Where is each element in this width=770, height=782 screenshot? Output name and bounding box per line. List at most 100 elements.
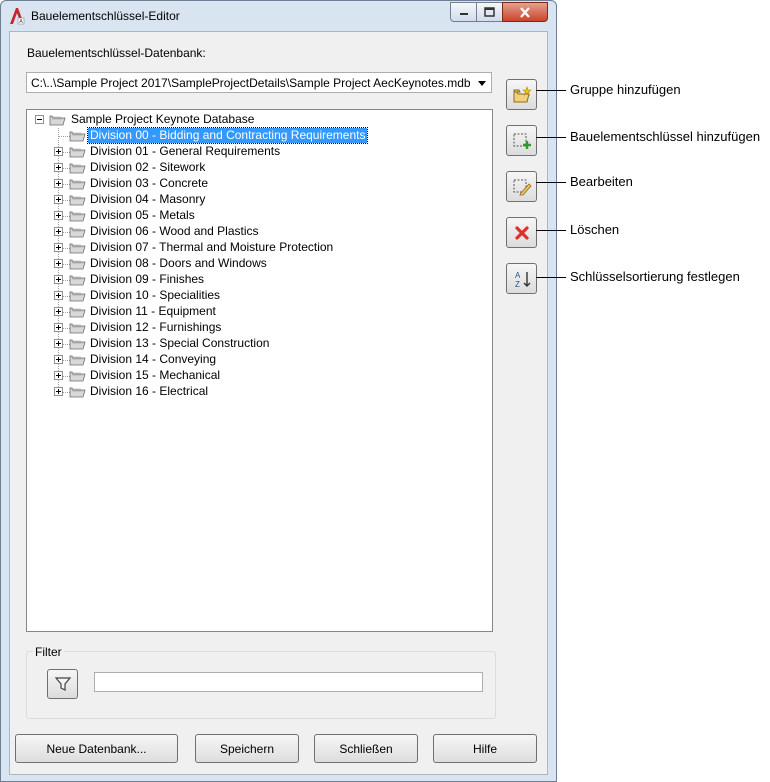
expand-toggle-icon[interactable] [54, 195, 63, 204]
sort-button[interactable]: A Z [506, 263, 537, 294]
database-path: C:\..\Sample Project 2017\SampleProjectD… [31, 76, 471, 90]
tree-item[interactable]: Division 10 - Specialities [27, 288, 487, 304]
callout-line [536, 182, 566, 183]
funnel-icon [54, 677, 71, 691]
tree-item-label: Division 11 - Equipment [90, 304, 216, 318]
folder-icon [69, 307, 86, 318]
tree-item[interactable]: Division 11 - Equipment [27, 304, 487, 320]
tree-item-label: Division 14 - Conveying [90, 352, 217, 366]
callout-label: Gruppe hinzufügen [570, 82, 681, 97]
database-dropdown[interactable]: C:\..\Sample Project 2017\SampleProjectD… [26, 72, 492, 93]
add-group-button[interactable] [506, 79, 537, 110]
minimize-icon [459, 13, 468, 15]
dropdown-arrow-icon[interactable] [478, 81, 486, 86]
expand-toggle-icon[interactable] [54, 291, 63, 300]
folder-icon [69, 371, 86, 382]
expand-toggle-icon[interactable] [54, 227, 63, 236]
minimize-button[interactable] [450, 2, 477, 22]
tree-item-label: Division 12 - Furnishings [90, 320, 222, 334]
expand-toggle-icon[interactable] [54, 179, 63, 188]
autocad-app-icon: A [10, 8, 25, 25]
close-icon [520, 6, 530, 18]
expand-toggle-icon[interactable] [54, 387, 63, 396]
add-keynote-button[interactable] [506, 125, 537, 156]
tree-item-label: Division 15 - Mechanical [90, 368, 221, 382]
close-window-button[interactable] [502, 2, 548, 22]
svg-text:Z: Z [515, 280, 520, 289]
expand-toggle-icon[interactable] [54, 259, 63, 268]
edit-button[interactable] [506, 171, 537, 202]
folder-icon [69, 131, 86, 142]
folder-icon [69, 291, 86, 302]
maximize-icon [484, 7, 495, 17]
dialog-client-area: Bauelementschlüssel-Datenbank: C:\..\Sam… [9, 31, 548, 775]
tree-item[interactable]: Division 15 - Mechanical [27, 368, 487, 384]
save-button[interactable]: Speichern [195, 734, 299, 763]
keynote-tree[interactable]: Sample Project Keynote Database Division … [26, 109, 493, 632]
window-title: Bauelementschlüssel-Editor [31, 9, 180, 23]
expand-toggle-icon[interactable] [54, 355, 63, 364]
filter-label: Filter [33, 645, 64, 659]
expand-toggle-icon[interactable] [54, 163, 63, 172]
filter-button[interactable] [47, 669, 78, 699]
expand-toggle-icon[interactable] [54, 339, 63, 348]
tree-item[interactable]: Division 05 - Metals [27, 208, 487, 224]
tree-item-label: Division 10 - Specialities [90, 288, 221, 302]
callout-label: Bearbeiten [570, 174, 633, 189]
maximize-button[interactable] [476, 2, 503, 22]
expand-toggle-icon[interactable] [54, 211, 63, 220]
expand-toggle-icon[interactable] [54, 243, 63, 252]
tree-root-label: Sample Project Keynote Database [71, 112, 255, 126]
folder-icon [69, 147, 86, 158]
expand-toggle-icon[interactable] [54, 307, 63, 316]
callout-label: Bauelementschlüssel hinzufügen [570, 129, 761, 144]
new-database-button[interactable]: Neue Datenbank... [15, 734, 178, 763]
tree-item[interactable]: Division 03 - Concrete [27, 176, 487, 192]
dialog-window: A Bauelementschlüssel-Editor Bauelements… [0, 0, 557, 782]
expand-toggle-icon[interactable] [54, 371, 63, 380]
tree-item[interactable]: Division 09 - Finishes [27, 272, 487, 288]
delete-button[interactable] [506, 217, 537, 248]
tree-item-label: Division 03 - Concrete [90, 176, 209, 190]
folder-icon [69, 179, 86, 190]
callout-label: Löschen [570, 222, 620, 237]
tree-item-label: Division 16 - Electrical [90, 384, 209, 398]
tree-item-label: Division 04 - Masonry [90, 192, 206, 206]
tree-item[interactable]: Division 00 - Bidding and Contracting Re… [27, 127, 487, 144]
tree-item[interactable]: Division 02 - Sitework [27, 160, 487, 176]
tree-item[interactable]: Division 08 - Doors and Windows [27, 256, 487, 272]
add-keynote-icon [513, 133, 531, 149]
folder-icon [69, 211, 86, 222]
tree-item[interactable]: Division 14 - Conveying [27, 352, 487, 368]
folder-icon [69, 275, 86, 286]
tree-item[interactable]: Division 07 - Thermal and Moisture Prote… [27, 240, 487, 256]
tree-root-node[interactable]: Sample Project Keynote Database [27, 112, 487, 128]
callout-line [536, 230, 566, 231]
tree-item[interactable]: Division 13 - Special Construction [27, 336, 487, 352]
tree-item-label: Division 05 - Metals [90, 208, 195, 222]
folder-icon [69, 163, 86, 174]
close-button[interactable]: Schließen [314, 734, 418, 763]
collapse-toggle-icon[interactable] [35, 115, 44, 124]
folder-icon [69, 259, 86, 270]
tree-item[interactable]: Division 04 - Masonry [27, 192, 487, 208]
tree-item-label: Division 00 - Bidding and Contracting Re… [86, 127, 369, 144]
expand-toggle-icon[interactable] [54, 147, 63, 156]
tree-item-label: Division 13 - Special Construction [90, 336, 270, 350]
tree-item[interactable]: Division 12 - Furnishings [27, 320, 487, 336]
expand-toggle-icon[interactable] [54, 275, 63, 284]
expand-toggle-icon[interactable] [54, 323, 63, 332]
delete-x-icon [514, 225, 529, 240]
filter-input[interactable] [94, 672, 483, 692]
callout-line [536, 137, 566, 138]
edit-pencil-icon [513, 179, 532, 195]
title-bar[interactable]: A Bauelementschlüssel-Editor [1, 1, 556, 31]
help-button[interactable]: Hilfe [433, 734, 537, 763]
tree-item[interactable]: Division 01 - General Requirements [27, 144, 487, 160]
tree-item[interactable]: Division 06 - Wood and Plastics [27, 224, 487, 240]
folder-icon [69, 387, 86, 398]
tree-item-label: Division 02 - Sitework [90, 160, 206, 174]
tree-item[interactable]: Division 16 - Electrical [27, 384, 487, 400]
tree-item-label: Division 09 - Finishes [90, 272, 205, 286]
database-label: Bauelementschlüssel-Datenbank: [27, 46, 206, 60]
